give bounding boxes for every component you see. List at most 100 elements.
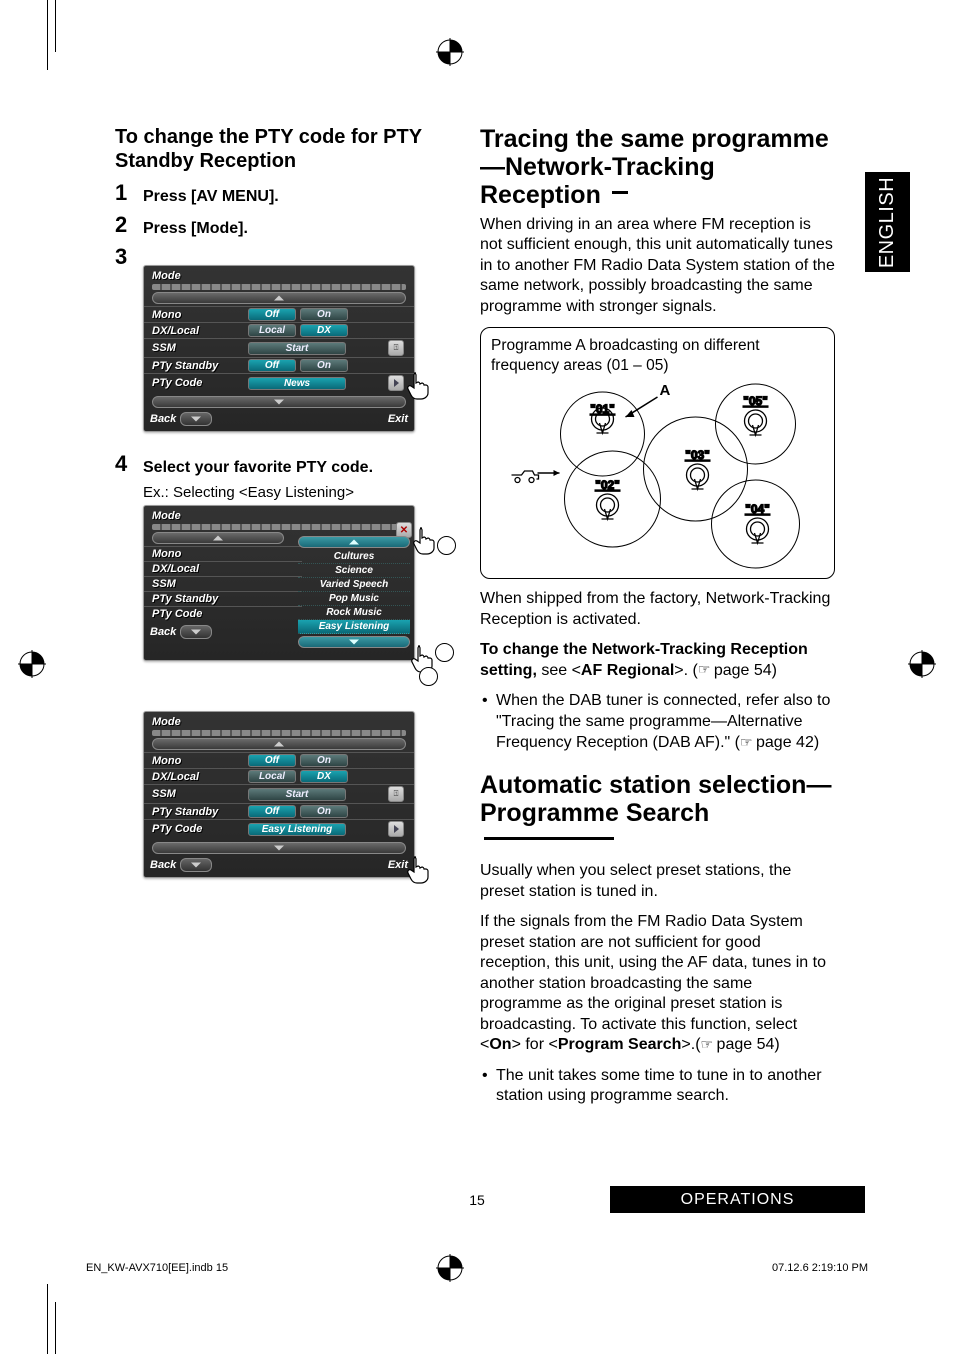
- exit-button[interactable]: Exit: [388, 413, 408, 425]
- ssm-start-option-3[interactable]: Start: [248, 788, 346, 801]
- svg-text:"02": "02": [595, 478, 620, 492]
- mode-menu-3: Mode Mono Off On DX/Local Local DX SSM S…: [143, 711, 415, 878]
- row-mono-label-2: Mono: [152, 548, 244, 560]
- print-footer: EN_KW-AVX710[EE].indb 15 07.12.6 2:19:10…: [86, 1262, 868, 1274]
- ptycode-news-option[interactable]: News: [248, 377, 346, 390]
- print-timestamp: 07.12.6 2:19:10 PM: [772, 1262, 868, 1274]
- para-factory: When shipped from the factory, Network-T…: [480, 589, 835, 630]
- pty-rock-music[interactable]: Rock Music: [298, 606, 410, 620]
- back-button[interactable]: Back: [150, 413, 176, 425]
- play-icon-3[interactable]: [388, 821, 404, 837]
- scroll-up-button[interactable]: [152, 292, 406, 304]
- heading-rule-2: [484, 837, 614, 840]
- print-file: EN_KW-AVX710[EE].indb 15: [86, 1262, 228, 1274]
- pointer-hand-icon-4: [404, 853, 436, 885]
- step-text-1: Press [AV MENU].: [143, 181, 279, 209]
- row-dxlocal-label: DX/Local: [152, 325, 244, 337]
- row-ptycode-label: PTy Code: [152, 377, 244, 389]
- page-ref-icon-2: ☞: [740, 733, 752, 751]
- menu-tabstrip: [152, 284, 406, 290]
- mono-on-option[interactable]: On: [300, 308, 348, 321]
- row-dxlocal-label-3: DX/Local: [152, 771, 244, 783]
- diagram-caption: Programme A broadcasting on different fr…: [491, 336, 824, 375]
- ptystandby-on-option-3[interactable]: On: [300, 805, 348, 818]
- mode-menu-1: Mode Mono Off On DX/Local Local DX SSM S…: [143, 265, 415, 432]
- heading-tracing-text: Tracing the same programme—Network-Track…: [480, 125, 829, 209]
- para-auto2: If the signals from the FM Radio Data Sy…: [480, 912, 835, 1055]
- operations-bar: OPERATIONS: [610, 1186, 865, 1213]
- pty-science[interactable]: Science: [298, 564, 410, 578]
- scroll-up-button-2[interactable]: [152, 532, 284, 544]
- dxlocal-dx-option-3[interactable]: DX: [300, 770, 348, 783]
- page-ref-icon-3: ☞: [701, 1036, 713, 1054]
- menu-title: Mode: [144, 266, 414, 282]
- antenna-icon-3: ⍐: [388, 786, 404, 802]
- pty-easy-listening[interactable]: Easy Listening: [298, 620, 410, 634]
- language-tab-label: ENGLISH: [876, 176, 899, 267]
- page-ref-icon: ☞: [698, 661, 710, 679]
- mono-off-option[interactable]: Off: [248, 308, 296, 321]
- back-pill-icon-3[interactable]: [180, 858, 212, 872]
- row-ssm-label-3: SSM: [152, 788, 244, 800]
- row-ptycode-label-3: PTy Code: [152, 823, 244, 835]
- side-scroll-down[interactable]: [298, 636, 410, 648]
- row-mono-label-3: Mono: [152, 755, 244, 767]
- scroll-up-button-3[interactable]: [152, 738, 406, 750]
- step-number-3: 3: [115, 245, 133, 269]
- ptystandby-off-option-3[interactable]: Off: [248, 805, 296, 818]
- left-title: To change the PTY code for PTY Standby R…: [115, 125, 450, 173]
- heading-auto-text: Automatic station selection—Programme Se…: [480, 771, 831, 827]
- ssm-start-option[interactable]: Start: [248, 342, 346, 355]
- back-button-3[interactable]: Back: [150, 859, 176, 871]
- dxlocal-local-option[interactable]: Local: [248, 324, 296, 337]
- ptystandby-on-option[interactable]: On: [300, 359, 348, 372]
- antenna-icon: ⍐: [388, 340, 404, 356]
- dxlocal-local-option-3[interactable]: Local: [248, 770, 296, 783]
- heading-auto: Automatic station selection—Programme Se…: [480, 771, 835, 855]
- language-tab: ENGLISH: [865, 172, 910, 272]
- bullet-dab: When the DAB tuner is connected, refer a…: [480, 691, 835, 753]
- step-text-2: Press [Mode].: [143, 213, 248, 241]
- callout-3: 3: [437, 536, 456, 555]
- row-ptycode-label-2: PTy Code: [152, 608, 244, 620]
- svg-text:"03": "03": [685, 448, 710, 462]
- row-ptystandby-label-2: PTy Standby: [152, 593, 244, 605]
- ptystandby-off-option[interactable]: Off: [248, 359, 296, 372]
- callout-2: 2: [435, 643, 454, 662]
- back-button-2[interactable]: Back: [150, 626, 176, 638]
- step-number-2: 2: [115, 213, 133, 237]
- para-auto1: Usually when you select preset stations,…: [480, 861, 835, 902]
- row-ssm-label: SSM: [152, 342, 244, 354]
- back-pill-icon[interactable]: [180, 412, 212, 426]
- row-mono-label: Mono: [152, 309, 244, 321]
- play-icon[interactable]: [388, 375, 404, 391]
- callout-1: 1: [419, 667, 438, 686]
- menu-tabstrip-3: [152, 730, 406, 736]
- row-ptystandby-label: PTy Standby: [152, 360, 244, 372]
- pty-pop-music[interactable]: Pop Music: [298, 592, 410, 606]
- pty-varied-speech[interactable]: Varied Speech: [298, 578, 410, 592]
- bullet-time: The unit takes some time to tune in to a…: [480, 1066, 835, 1108]
- dxlocal-dx-option[interactable]: DX: [300, 324, 348, 337]
- para-tracing: When driving in an area where FM recepti…: [480, 215, 835, 317]
- heading-tracing: Tracing the same programme—Network-Track…: [480, 125, 835, 209]
- menu-tabstrip-2: [152, 524, 406, 530]
- network-diagram: "01" "02" "03" "04" "05" A: [491, 379, 824, 569]
- mode-menu-2: Mode Mono DX/Local SSM PTy Standby PTy C…: [143, 505, 415, 661]
- example-line: Ex.: Selecting <Easy Listening>: [143, 484, 450, 501]
- row-ptystandby-label-3: PTy Standby: [152, 806, 244, 818]
- menu-title-3: Mode: [144, 712, 414, 728]
- scroll-down-button[interactable]: [152, 396, 406, 408]
- scroll-down-button-3[interactable]: [152, 842, 406, 854]
- ptycode-easy-option[interactable]: Easy Listening: [248, 823, 346, 836]
- svg-text:"01": "01": [590, 402, 615, 416]
- row-dxlocal-label-2: DX/Local: [152, 563, 244, 575]
- row-ssm-label-2: SSM: [152, 578, 244, 590]
- side-scroll-up[interactable]: [298, 536, 410, 548]
- pty-cultures[interactable]: Cultures: [298, 550, 410, 564]
- svg-text:"04": "04": [745, 502, 770, 516]
- mono-off-option-3[interactable]: Off: [248, 754, 296, 767]
- back-pill-icon-2[interactable]: [180, 625, 212, 639]
- step-number-1: 1: [115, 181, 133, 205]
- mono-on-option-3[interactable]: On: [300, 754, 348, 767]
